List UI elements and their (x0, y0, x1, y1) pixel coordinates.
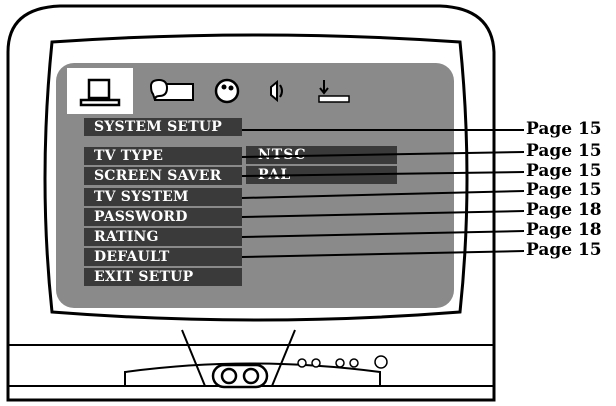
stand-line-right (271, 329, 296, 387)
submenu-option-ntsc[interactable]: NTSC (246, 146, 397, 164)
menu-item-exit-setup[interactable]: EXIT SETUP (84, 268, 242, 286)
page-reference: Page 15 (526, 240, 602, 260)
page-reference: Page 15 (526, 141, 602, 161)
page-reference: Page 15 (526, 161, 602, 181)
page-reference: Page 15 (526, 180, 602, 200)
control-knob-left (220, 367, 238, 385)
indicator-light (311, 358, 321, 368)
menu-item-rating[interactable]: RATING (84, 228, 242, 246)
download-icon[interactable] (311, 68, 355, 114)
control-knob-right (242, 367, 260, 385)
menu-item-tv-system[interactable]: TV SYSTEM (84, 188, 242, 206)
indicator-light (349, 358, 359, 368)
page-reference: Page 18 (526, 220, 602, 240)
submenu-option-pal[interactable]: PAL (246, 166, 397, 184)
menu-item-screen-saver[interactable]: SCREEN SAVER (84, 167, 242, 185)
stand-line-left (181, 329, 206, 387)
menu-item-default[interactable]: DEFAULT (84, 248, 242, 266)
audio-setup-icon[interactable] (259, 68, 293, 114)
indicator-light (297, 358, 307, 368)
video-setup-icon[interactable] (209, 68, 245, 114)
menu-item-tv-type[interactable]: TV TYPE (84, 147, 242, 165)
menu-item-password[interactable]: PASSWORD (84, 208, 242, 226)
system-setup-icon[interactable] (67, 68, 133, 114)
tv-setup-diagram: SYSTEM SETUP TV TYPE SCREEN SAVER TV SYS… (0, 0, 616, 406)
language-setup-icon[interactable] (145, 68, 197, 114)
indicator-light (335, 358, 345, 368)
page-reference: Page 15 (526, 119, 602, 139)
page-reference: Page 18 (526, 200, 602, 220)
sensor-light (374, 355, 388, 369)
menu-title: SYSTEM SETUP (84, 118, 242, 136)
